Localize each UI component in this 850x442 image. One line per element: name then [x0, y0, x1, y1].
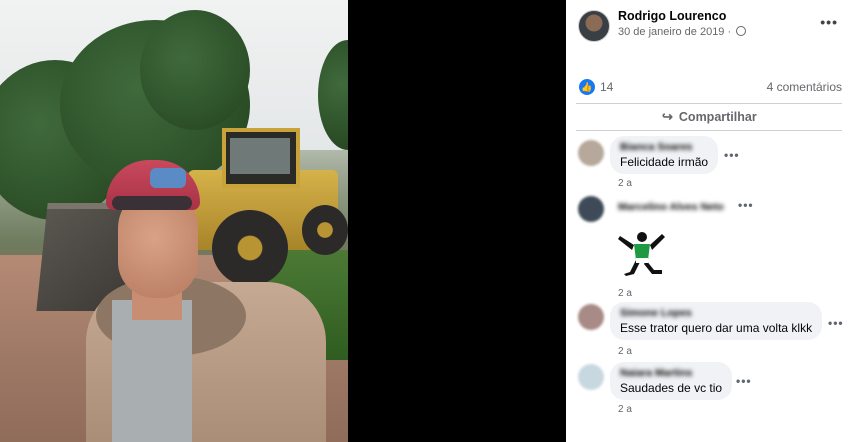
post-date[interactable]: 30 de janeiro de 2019 ·	[618, 26, 747, 38]
comment-bubble: Marcelino Alves Neto	[610, 196, 734, 218]
comment-bubble: Naiara Martins Saudades de vc tio	[610, 362, 733, 400]
divider	[576, 103, 842, 104]
comment-text: Felicidade irmão	[620, 155, 709, 169]
like-icon[interactable]: 👍	[579, 79, 595, 95]
comment-options-button[interactable]: •••	[736, 374, 752, 388]
person-shirt	[112, 300, 192, 442]
loader-window	[230, 138, 290, 174]
author-name[interactable]: Rodrigo Lourenco	[618, 9, 726, 23]
commenter-avatar[interactable]	[578, 304, 604, 330]
soccer-player-sticker[interactable]	[612, 230, 668, 278]
loader-wheel	[212, 210, 288, 286]
comment-time[interactable]: 2 a	[618, 404, 632, 415]
facebook-photo-viewer: Rodrigo Lourenco 30 de janeiro de 2019 ·…	[0, 0, 850, 442]
comments-count[interactable]: 4 comentários	[767, 80, 842, 94]
globe-icon	[736, 26, 747, 36]
commenter-avatar[interactable]	[578, 196, 604, 222]
commenter-name[interactable]: Marcelino Alves Neto	[618, 201, 724, 213]
share-label: Compartilhar	[678, 110, 757, 124]
commenter-name[interactable]: Naiara Martins	[620, 367, 722, 379]
comment-options-button[interactable]: •••	[738, 198, 754, 212]
divider	[576, 130, 842, 131]
commenter-avatar[interactable]	[578, 140, 604, 166]
viewer-background	[348, 0, 566, 442]
like-count[interactable]: 14	[600, 80, 613, 94]
photo-tree	[140, 10, 250, 130]
post-sidebar: Rodrigo Lourenco 30 de janeiro de 2019 ·…	[566, 0, 850, 442]
comment-text: Saudades de vc tio	[620, 381, 723, 395]
cap-logo	[150, 168, 186, 188]
comment-options-button[interactable]: •••	[828, 316, 844, 330]
comment-text: Esse trator quero dar uma volta klkk	[620, 321, 813, 335]
comment-options-button[interactable]: •••	[724, 148, 740, 162]
comment-bubble: Simone Lopes Esse trator quero dar uma v…	[610, 302, 823, 340]
share-icon: ↪	[662, 109, 673, 124]
comment-bubble: Bianca Soares Felicidade irmão	[610, 136, 719, 174]
cap-brim	[112, 196, 192, 210]
loader-wheel	[302, 205, 348, 255]
commenter-name[interactable]: Bianca Soares	[620, 141, 708, 153]
post-date-text: 30 de janeiro de 2019 ·	[618, 26, 732, 38]
comment-time[interactable]: 2 a	[618, 178, 632, 189]
comment-time[interactable]: 2 a	[618, 288, 632, 299]
commenter-name[interactable]: Simone Lopes	[620, 307, 812, 319]
post-photo[interactable]	[0, 0, 348, 442]
author-avatar[interactable]	[578, 10, 610, 42]
share-button[interactable]: ↪ Compartilhar	[662, 109, 757, 125]
comment-time[interactable]: 2 a	[618, 346, 632, 357]
commenter-avatar[interactable]	[578, 364, 604, 390]
post-options-button[interactable]: •••	[820, 14, 838, 30]
